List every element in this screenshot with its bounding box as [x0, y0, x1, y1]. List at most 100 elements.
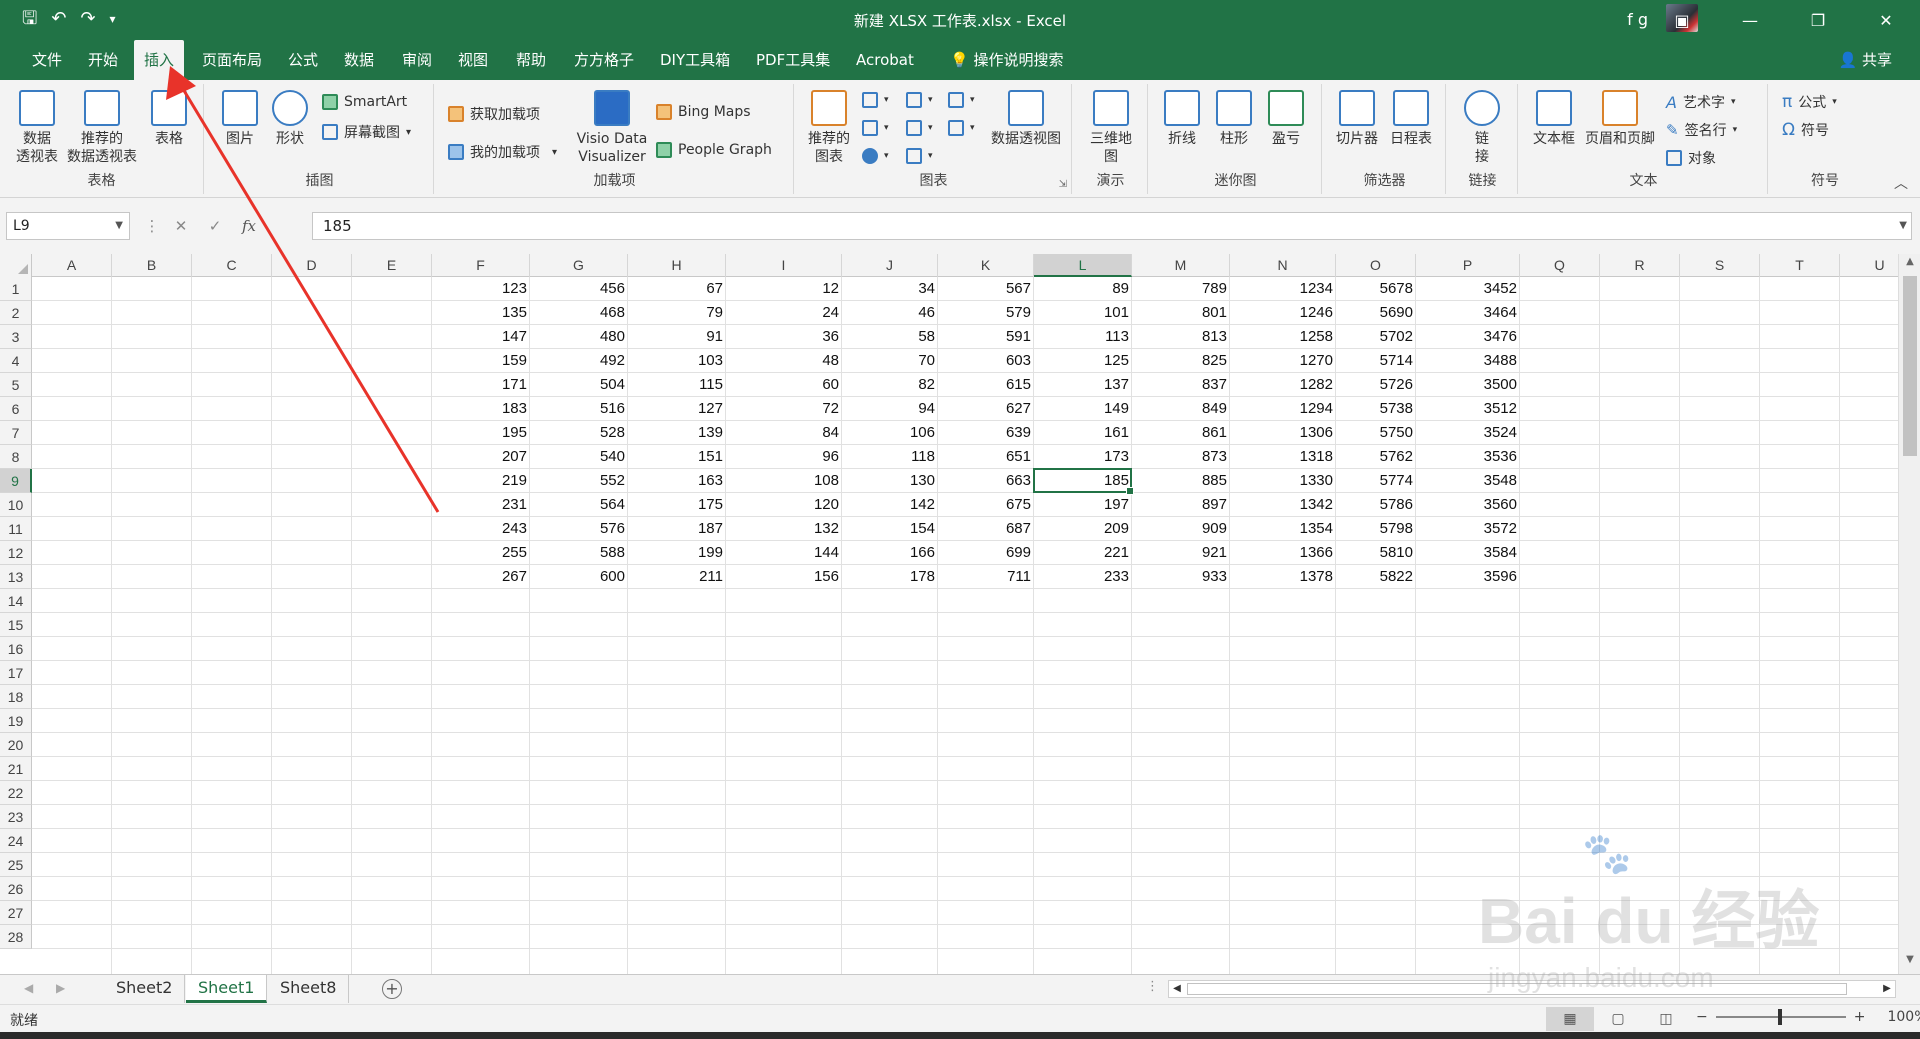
statistic-chart-button[interactable]: ▾ [906, 120, 933, 136]
cell-k7[interactable]: 639 [938, 421, 1034, 445]
row-header-23[interactable]: 23 [0, 805, 32, 829]
sheet-tab-sheet1[interactable]: Sheet1 [186, 975, 268, 1003]
row-header-3[interactable]: 3 [0, 325, 32, 349]
column-header-k[interactable]: K [938, 254, 1034, 277]
cell-f12[interactable]: 255 [432, 541, 530, 565]
cell-l1[interactable]: 89 [1034, 277, 1132, 301]
tab-formulas[interactable]: 公式 [278, 40, 328, 80]
expand-formula-bar-icon[interactable]: ▼ [1899, 213, 1907, 239]
cell-l8[interactable]: 173 [1034, 445, 1132, 469]
row-header-27[interactable]: 27 [0, 901, 32, 925]
cell-k8[interactable]: 651 [938, 445, 1034, 469]
row-header-10[interactable]: 10 [0, 493, 32, 517]
row-header-21[interactable]: 21 [0, 757, 32, 781]
sparkline-column-button[interactable]: 柱形 [1212, 90, 1256, 148]
cell-i4[interactable]: 48 [726, 349, 842, 373]
cell-m9[interactable]: 885 [1132, 469, 1230, 493]
row-header-5[interactable]: 5 [0, 373, 32, 397]
cell-i6[interactable]: 72 [726, 397, 842, 421]
cell-h6[interactable]: 127 [628, 397, 726, 421]
cell-o1[interactable]: 5678 [1336, 277, 1416, 301]
cell-n12[interactable]: 1366 [1230, 541, 1336, 565]
cell-n9[interactable]: 1330 [1230, 469, 1336, 493]
cell-k11[interactable]: 687 [938, 517, 1034, 541]
cell-f2[interactable]: 135 [432, 301, 530, 325]
column-header-i[interactable]: I [726, 254, 842, 277]
cell-g5[interactable]: 504 [530, 373, 628, 397]
insert-function-icon[interactable]: fx [232, 217, 266, 235]
cell-l4[interactable]: 125 [1034, 349, 1132, 373]
row-header-13[interactable]: 13 [0, 565, 32, 589]
cell-l7[interactable]: 161 [1034, 421, 1132, 445]
cell-h5[interactable]: 115 [628, 373, 726, 397]
cell-m2[interactable]: 801 [1132, 301, 1230, 325]
column-header-j[interactable]: J [842, 254, 938, 277]
row-header-7[interactable]: 7 [0, 421, 32, 445]
table-button[interactable]: 表格 [144, 90, 194, 148]
cell-j11[interactable]: 154 [842, 517, 938, 541]
signature-line-button[interactable]: ✎ 签名行 ▾ [1666, 120, 1737, 140]
add-sheet-button[interactable]: + [382, 979, 402, 999]
row-header-28[interactable]: 28 [0, 925, 32, 949]
combo-chart-button[interactable]: ▾ [948, 120, 975, 136]
row-header-11[interactable]: 11 [0, 517, 32, 541]
cell-p5[interactable]: 3500 [1416, 373, 1520, 397]
cell-h13[interactable]: 211 [628, 565, 726, 589]
cell-o6[interactable]: 5738 [1336, 397, 1416, 421]
share-button[interactable]: 👤 共享 [1839, 40, 1892, 80]
splitter-icon[interactable]: ⋮ [1146, 979, 1159, 994]
cell-h9[interactable]: 163 [628, 469, 726, 493]
cell-j12[interactable]: 166 [842, 541, 938, 565]
tell-me-search[interactable]: 💡 操作说明搜索 [940, 40, 1073, 80]
cell-i13[interactable]: 156 [726, 565, 842, 589]
cell-f10[interactable]: 231 [432, 493, 530, 517]
cell-l10[interactable]: 197 [1034, 493, 1132, 517]
name-box[interactable]: L9 ▼ [6, 212, 130, 240]
cell-l6[interactable]: 149 [1034, 397, 1132, 421]
object-button[interactable]: 对象 [1666, 148, 1716, 168]
cell-n3[interactable]: 1258 [1230, 325, 1336, 349]
scroll-down-icon[interactable]: ▼ [1899, 954, 1920, 972]
hscroll-thumb[interactable] [1187, 983, 1847, 995]
page-layout-view-icon[interactable]: ▢ [1594, 1007, 1642, 1031]
smartart-button[interactable]: SmartArt [322, 94, 407, 110]
cell-m4[interactable]: 825 [1132, 349, 1230, 373]
row-header-9[interactable]: 9 [0, 469, 32, 493]
cell-m12[interactable]: 921 [1132, 541, 1230, 565]
cell-h11[interactable]: 187 [628, 517, 726, 541]
cell-n1[interactable]: 1234 [1230, 277, 1336, 301]
zoom-out-icon[interactable]: − [1696, 1009, 1708, 1025]
row-header-19[interactable]: 19 [0, 709, 32, 733]
cell-p11[interactable]: 3572 [1416, 517, 1520, 541]
cell-g12[interactable]: 588 [530, 541, 628, 565]
row-header-24[interactable]: 24 [0, 829, 32, 853]
screenshot-button[interactable]: 屏幕截图 ▾ [322, 122, 411, 142]
cell-i11[interactable]: 132 [726, 517, 842, 541]
cell-j10[interactable]: 142 [842, 493, 938, 517]
cell-o12[interactable]: 5810 [1336, 541, 1416, 565]
cell-g10[interactable]: 564 [530, 493, 628, 517]
cell-i5[interactable]: 60 [726, 373, 842, 397]
column-header-d[interactable]: D [272, 254, 352, 277]
pie-chart-button[interactable]: ▾ [862, 148, 889, 164]
formula-input[interactable]: 185 ▼ [312, 212, 1912, 240]
cell-j1[interactable]: 34 [842, 277, 938, 301]
textbox-button[interactable]: 文本框 [1530, 90, 1578, 148]
enter-icon[interactable]: ✓ [198, 217, 232, 235]
column-header-n[interactable]: N [1230, 254, 1336, 277]
row-header-4[interactable]: 4 [0, 349, 32, 373]
cell-m6[interactable]: 849 [1132, 397, 1230, 421]
select-all-corner[interactable] [0, 254, 32, 277]
cell-g13[interactable]: 600 [530, 565, 628, 589]
cell-j7[interactable]: 106 [842, 421, 938, 445]
cell-l5[interactable]: 137 [1034, 373, 1132, 397]
cell-n7[interactable]: 1306 [1230, 421, 1336, 445]
cell-g9[interactable]: 552 [530, 469, 628, 493]
cell-m10[interactable]: 897 [1132, 493, 1230, 517]
tab-page-layout[interactable]: 页面布局 [192, 40, 272, 80]
cell-p10[interactable]: 3560 [1416, 493, 1520, 517]
cell-f3[interactable]: 147 [432, 325, 530, 349]
bing-maps-button[interactable]: Bing Maps [656, 104, 751, 120]
cell-h10[interactable]: 175 [628, 493, 726, 517]
cell-p1[interactable]: 3452 [1416, 277, 1520, 301]
